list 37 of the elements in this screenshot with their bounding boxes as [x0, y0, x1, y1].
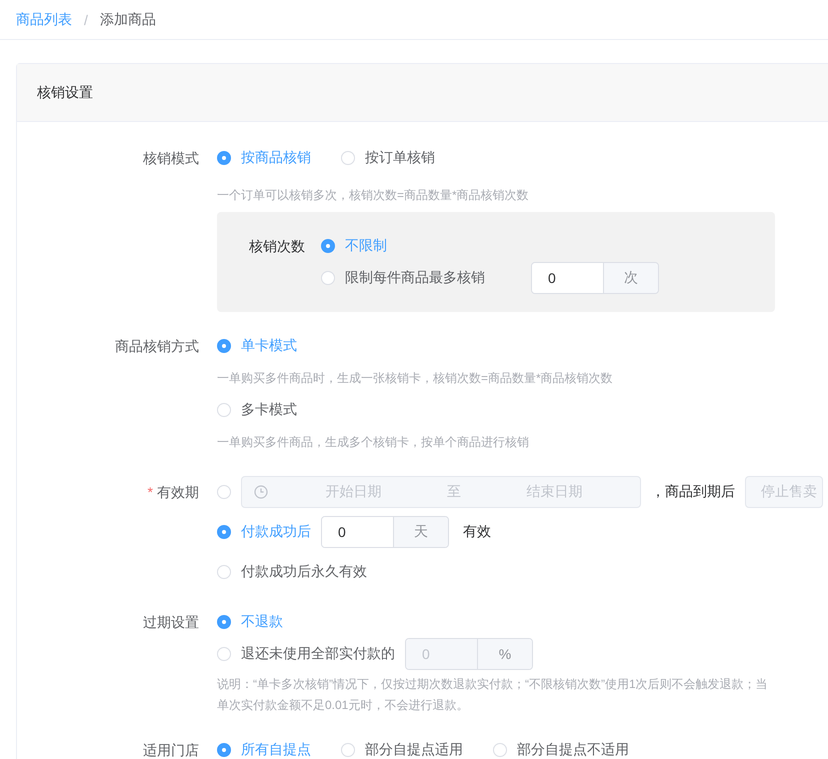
required-mark: * [148, 484, 153, 500]
hint-text: 一个订单可以核销多次，核销次数=商品数量*商品核销次数 [217, 187, 530, 204]
hint-text: 一单购买多件商品时，生成一张核销卡，核销次数=商品数量*商品核销次数 [217, 370, 614, 387]
breadcrumb-item[interactable]: 商品列表 [16, 10, 72, 28]
field-label: 过期设置 [142, 613, 199, 632]
radio-option[interactable]: 部分自提点不适用 [493, 741, 629, 759]
card-title: 核销设置 [17, 64, 828, 122]
radio-option[interactable]: 部分自提点适用 [341, 741, 463, 759]
suffix-text: 有效 [463, 523, 491, 541]
radio-option[interactable]: 多卡模式 [217, 401, 297, 419]
field-label: 核销模式 [142, 149, 199, 168]
radio-option[interactable]: 付款成功后永久有效 [217, 563, 367, 581]
field-label: 适用门店 [142, 741, 199, 759]
radio-option[interactable]: 按订单核销 [341, 149, 435, 167]
clock-icon [254, 485, 268, 499]
unit-label: 次 [604, 263, 658, 293]
breadcrumb-separator: / [84, 12, 88, 28]
field-label: * 有效期 [146, 483, 199, 502]
breadcrumb-item: 添加商品 [100, 10, 156, 28]
suffix-text: ，商品到期后 [651, 483, 735, 501]
radio-option[interactable]: 按商品核销 [217, 149, 311, 167]
radio-option[interactable]: 付款成功后 [217, 523, 311, 541]
number-field[interactable]: 0 [532, 263, 604, 293]
number-field[interactable]: 0 [322, 517, 394, 547]
unit-label: % [478, 639, 532, 669]
radio-option[interactable]: 限制每件商品最多核销 [321, 269, 485, 287]
number-input-group[interactable]: 0 天 [321, 516, 449, 548]
number-input-group[interactable]: 0 次 [531, 262, 659, 294]
radio-option[interactable] [217, 485, 231, 499]
radio-option[interactable]: 不退款 [217, 613, 283, 631]
field-label: 商品核销方式 [114, 337, 199, 356]
panel-label: 核销次数 [249, 237, 305, 256]
radio-option[interactable]: 所有自提点 [217, 741, 311, 759]
radio-option[interactable]: 单卡模式 [217, 337, 297, 355]
hint-text: 一单购买多件商品，生成多个核销卡，按单个商品进行核销 [217, 434, 530, 451]
note-text: 说明：“单卡多次核销”情况下，仅按过期次数退款实付款；“不限核销次数”使用1次后则不会触发退款；当单次实付款金额不足0.01元时，不会进行退款。 [217, 676, 769, 714]
unit-label: 天 [394, 517, 448, 547]
